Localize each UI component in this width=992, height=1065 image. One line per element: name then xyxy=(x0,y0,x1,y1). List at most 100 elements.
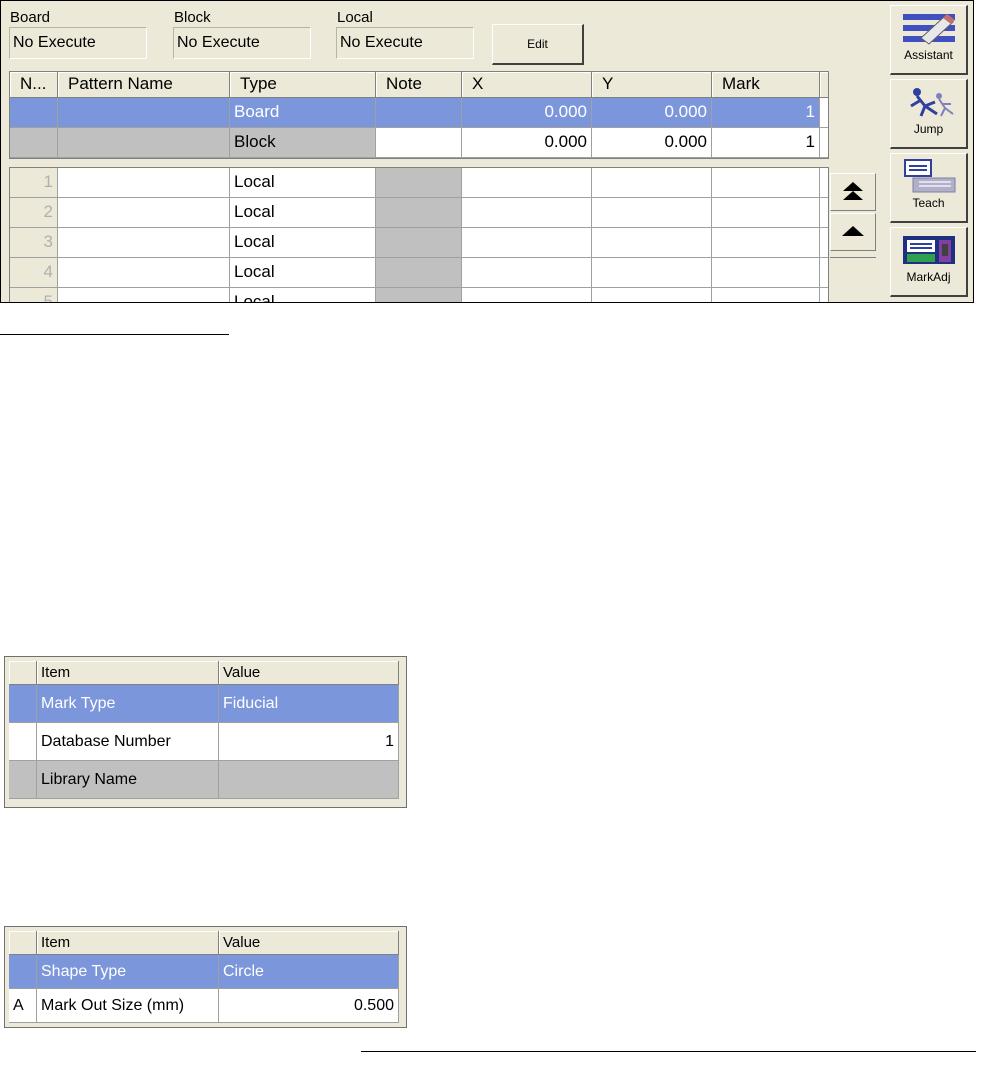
note-cell[interactable] xyxy=(376,168,462,198)
table-header: Item Value xyxy=(9,661,402,685)
note-cell[interactable] xyxy=(376,258,462,288)
separator-line xyxy=(361,1051,976,1052)
mark-cell[interactable] xyxy=(712,228,820,258)
y-cell[interactable] xyxy=(592,258,712,288)
scroll-top-button[interactable] xyxy=(830,173,876,211)
row-marker xyxy=(9,955,37,989)
item-cell[interactable]: Mark Type xyxy=(37,685,219,723)
value-cell[interactable]: Circle xyxy=(219,955,399,989)
pattern-name-cell[interactable] xyxy=(58,258,230,288)
pattern-name-cell[interactable] xyxy=(58,98,230,128)
mark-cell[interactable]: 1 xyxy=(712,128,820,158)
col-header-note[interactable]: Note xyxy=(376,72,462,98)
local-status-field: No Execute xyxy=(336,27,474,59)
value-col-header[interactable]: Value xyxy=(219,661,399,685)
y-cell[interactable]: 0.000 xyxy=(592,128,712,158)
mark-cell[interactable] xyxy=(712,288,820,302)
table-row-library-name[interactable]: Library Name xyxy=(9,761,402,799)
value-cell[interactable]: Fiducial xyxy=(219,685,399,723)
row-number-cell[interactable] xyxy=(10,98,58,128)
col-header-y[interactable]: Y xyxy=(592,72,712,98)
row-number-cell[interactable] xyxy=(10,128,58,158)
mark-cell[interactable] xyxy=(712,198,820,228)
row-number-cell[interactable]: 2 xyxy=(10,198,58,228)
note-cell[interactable] xyxy=(376,128,462,158)
row-filler xyxy=(820,258,828,288)
mark-cell[interactable]: 1 xyxy=(712,98,820,128)
x-cell[interactable] xyxy=(462,168,592,198)
x-cell[interactable]: 0.000 xyxy=(462,98,592,128)
note-cell[interactable] xyxy=(376,98,462,128)
markadj-button[interactable]: MarkAdj xyxy=(890,227,968,297)
x-cell[interactable] xyxy=(462,198,592,228)
pattern-name-cell[interactable] xyxy=(58,228,230,258)
table-row-board[interactable]: Board 0.000 0.000 1 xyxy=(10,98,828,128)
pattern-name-cell[interactable] xyxy=(58,168,230,198)
mark-cell[interactable] xyxy=(712,258,820,288)
pattern-name-cell[interactable] xyxy=(58,288,230,302)
row-number-cell[interactable]: 4 xyxy=(10,258,58,288)
teach-button[interactable]: Teach xyxy=(890,153,968,223)
note-cell[interactable] xyxy=(376,228,462,258)
pattern-name-cell[interactable] xyxy=(58,198,230,228)
col-header-x[interactable]: X xyxy=(462,72,592,98)
type-cell[interactable]: Local xyxy=(230,288,376,302)
x-cell[interactable] xyxy=(462,258,592,288)
item-cell[interactable]: Shape Type xyxy=(37,955,219,989)
type-cell[interactable]: Board xyxy=(230,98,376,128)
table-row[interactable]: 2 Local xyxy=(10,198,828,228)
y-cell[interactable] xyxy=(592,288,712,302)
table-row-block[interactable]: Block 0.000 0.000 1 xyxy=(10,128,828,158)
col-header-mark[interactable]: Mark xyxy=(712,72,820,98)
table-row[interactable]: 1 Local xyxy=(10,168,828,198)
edit-button[interactable]: Edit xyxy=(492,24,584,65)
col-header-pattern-name[interactable]: Pattern Name xyxy=(58,72,230,98)
x-cell[interactable] xyxy=(462,288,592,302)
y-cell[interactable] xyxy=(592,228,712,258)
item-cell[interactable]: Mark Out Size (mm) xyxy=(37,989,219,1023)
assistant-button[interactable]: Assistant xyxy=(890,5,968,75)
x-cell[interactable] xyxy=(462,228,592,258)
x-cell[interactable]: 0.000 xyxy=(462,128,592,158)
table-row[interactable]: 3 Local xyxy=(10,228,828,258)
item-cell[interactable]: Database Number xyxy=(37,723,219,761)
row-filler xyxy=(820,288,828,302)
teach-label: Teach xyxy=(912,196,945,210)
pattern-name-cell[interactable] xyxy=(58,128,230,158)
item-col-header[interactable]: Item xyxy=(37,931,219,955)
assistant-icon xyxy=(902,14,955,45)
item-cell[interactable]: Library Name xyxy=(37,761,219,799)
col-header-type[interactable]: Type xyxy=(230,72,376,98)
type-cell[interactable]: Local xyxy=(230,198,376,228)
value-col-header[interactable]: Value xyxy=(219,931,399,955)
table-row-mark-out-size[interactable]: A Mark Out Size (mm) 0.500 xyxy=(9,989,402,1023)
item-col-header[interactable]: Item xyxy=(37,661,219,685)
local-status-label: Local xyxy=(337,9,373,26)
grid-header: N... Pattern Name Type Note X Y Mark xyxy=(10,72,828,98)
y-cell[interactable] xyxy=(592,198,712,228)
type-cell[interactable]: Local xyxy=(230,258,376,288)
row-filler xyxy=(820,198,828,228)
jump-button[interactable]: Jump xyxy=(890,79,968,149)
table-row-database-number[interactable]: Database Number 1 xyxy=(9,723,402,761)
scroll-up-button[interactable] xyxy=(830,213,876,251)
col-header-number[interactable]: N... xyxy=(10,72,58,98)
row-number-cell[interactable]: 1 xyxy=(10,168,58,198)
mark-cell[interactable] xyxy=(712,168,820,198)
y-cell[interactable]: 0.000 xyxy=(592,98,712,128)
table-row-mark-type[interactable]: Mark Type Fiducial xyxy=(9,685,402,723)
type-cell[interactable]: Local xyxy=(230,168,376,198)
table-row[interactable]: 5 Local xyxy=(10,288,828,302)
note-cell[interactable] xyxy=(376,198,462,228)
table-row-shape-type[interactable]: Shape Type Circle xyxy=(9,955,402,989)
value-cell[interactable] xyxy=(219,761,399,799)
type-cell[interactable]: Block xyxy=(230,128,376,158)
type-cell[interactable]: Local xyxy=(230,228,376,258)
value-cell[interactable]: 0.500 xyxy=(219,989,399,1023)
note-cell[interactable] xyxy=(376,288,462,302)
y-cell[interactable] xyxy=(592,168,712,198)
row-number-cell[interactable]: 5 xyxy=(10,288,58,302)
row-number-cell[interactable]: 3 xyxy=(10,228,58,258)
table-row[interactable]: 4 Local xyxy=(10,258,828,288)
value-cell[interactable]: 1 xyxy=(219,723,399,761)
